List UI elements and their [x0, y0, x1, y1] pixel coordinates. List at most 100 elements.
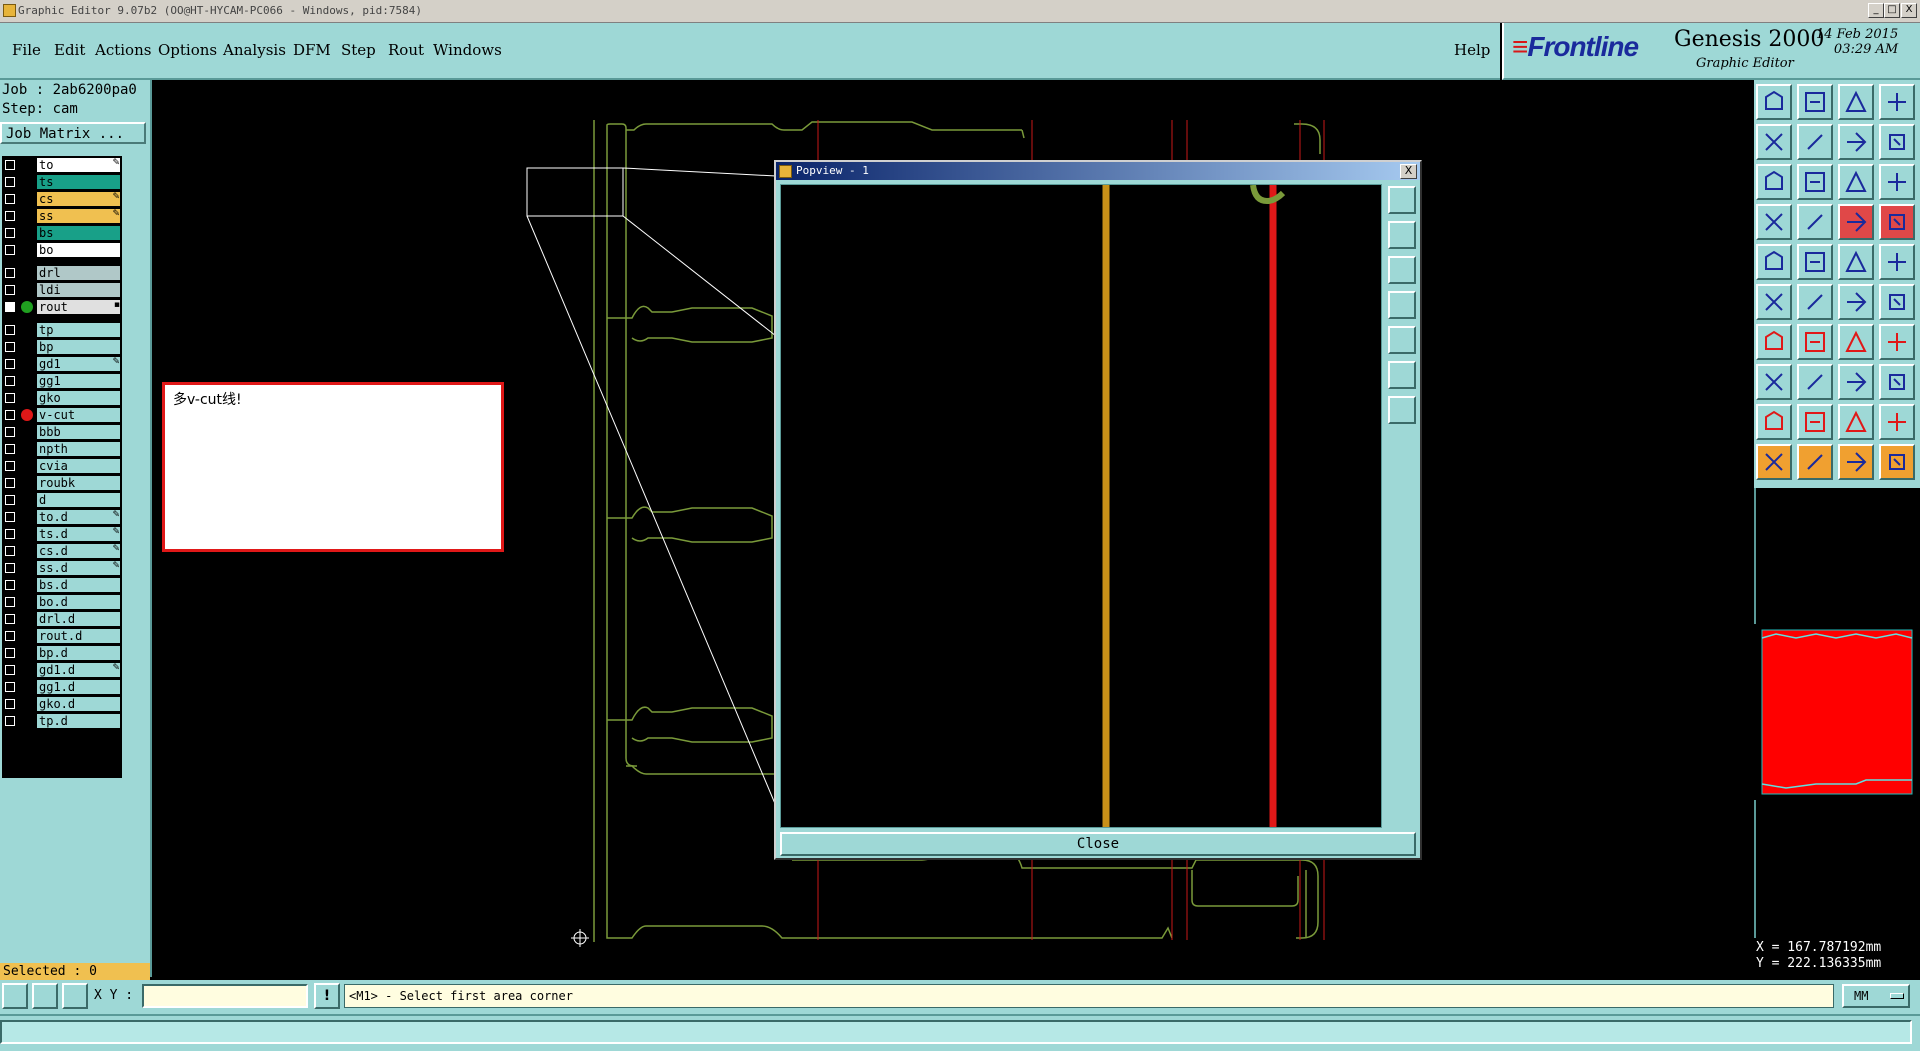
layer-checkbox[interactable]	[5, 245, 15, 255]
snap-icon[interactable]	[2, 983, 28, 1009]
layer-name[interactable]: drl.d	[37, 612, 120, 626]
line-icon[interactable]	[1797, 364, 1833, 400]
layer-name[interactable]: gd1	[37, 357, 120, 371]
layer-name[interactable]: gg1	[37, 374, 120, 388]
layer-row-gg1[interactable]: gg1	[2, 373, 122, 389]
line-end-icon[interactable]	[1879, 284, 1915, 320]
layer-checkbox[interactable]	[5, 546, 15, 556]
triangle-d-icon[interactable]	[1879, 404, 1915, 440]
layer-name[interactable]: tp.d	[37, 714, 120, 728]
layer-name[interactable]: ldi	[37, 283, 120, 297]
layer-checkbox[interactable]	[5, 376, 15, 386]
layer-name[interactable]: bo	[37, 243, 120, 257]
layer-row-ss[interactable]: ss ✎	[2, 208, 122, 224]
measure-icon[interactable]	[32, 983, 58, 1009]
layer-row-cs[interactable]: cs ✎	[2, 191, 122, 207]
feature-f-icon[interactable]	[1879, 324, 1915, 360]
layer-row-cvia[interactable]: cvia	[2, 458, 122, 474]
layer-row-drl[interactable]: drl	[2, 265, 122, 281]
layer-name[interactable]: npth	[37, 442, 120, 456]
layer-row-ts[interactable]: ts	[2, 174, 122, 190]
layer-row-gko.d[interactable]: gko.d	[2, 696, 122, 712]
grid-snap-icon[interactable]	[1797, 204, 1833, 240]
menu-help[interactable]: Help	[1454, 41, 1490, 59]
polygon-icon[interactable]	[1797, 244, 1833, 280]
popview-pan-right-icon[interactable]	[1388, 326, 1416, 354]
pointer-box-icon[interactable]	[1797, 444, 1833, 480]
layer-checkbox[interactable]	[5, 614, 15, 624]
layer-row-npth[interactable]: npth	[2, 441, 122, 457]
layer-checkbox[interactable]	[5, 285, 15, 295]
layer-checkbox[interactable]	[5, 410, 15, 420]
menu-analysis[interactable]: Analysis	[223, 41, 286, 59]
properties-icon[interactable]	[1756, 204, 1792, 240]
menu-dfm[interactable]: DFM	[293, 41, 331, 59]
triangle-a-icon[interactable]	[1756, 404, 1792, 440]
layer-row-roubk[interactable]: roubk	[2, 475, 122, 491]
popview-pan-down-icon[interactable]	[1388, 256, 1416, 284]
layer-checkbox[interactable]	[5, 495, 15, 505]
minimize-button[interactable]: _	[1868, 3, 1884, 18]
layer-checkbox[interactable]	[5, 427, 15, 437]
layer-name[interactable]: bp	[37, 340, 120, 354]
layer-row-bs[interactable]: bs	[2, 225, 122, 241]
layer-name[interactable]: bp.d	[37, 646, 120, 660]
popview-zoom-out-icon[interactable]	[1388, 396, 1416, 424]
xy-input[interactable]	[142, 984, 308, 1008]
layer-name[interactable]: rout	[37, 300, 120, 314]
menu-actions[interactable]: Actions	[95, 41, 151, 59]
zoom-fit-icon[interactable]	[1756, 164, 1792, 200]
layer-checkbox[interactable]	[5, 580, 15, 590]
layer-name[interactable]: to	[37, 158, 120, 172]
layer-name[interactable]: ts.d	[37, 527, 120, 541]
cluster-icon[interactable]	[1879, 364, 1915, 400]
layer-row-ss.d[interactable]: ss.d ✎	[2, 560, 122, 576]
layer-row-bs.d[interactable]: bs.d	[2, 577, 122, 593]
layer-name[interactable]: gko.d	[37, 697, 120, 711]
triangle-c-icon[interactable]	[1838, 404, 1874, 440]
layer-name[interactable]: gg1.d	[37, 680, 120, 694]
popview-pan-up-icon[interactable]	[1388, 221, 1416, 249]
layer-checkbox[interactable]	[5, 665, 15, 675]
pointer-rotate-icon[interactable]	[1838, 444, 1874, 480]
pointer-icon[interactable]	[1756, 444, 1792, 480]
layer-row-bo[interactable]: bo	[2, 242, 122, 258]
diagonal-line-icon[interactable]	[1797, 324, 1833, 360]
layer-checkbox[interactable]	[5, 444, 15, 454]
maximize-button[interactable]: □	[1884, 3, 1900, 18]
center-icon[interactable]	[1838, 364, 1874, 400]
layer-checkbox[interactable]	[5, 699, 15, 709]
layer-row-ts.d[interactable]: ts.d ✎	[2, 526, 122, 542]
grid-icon[interactable]	[62, 983, 88, 1009]
triangle-b-icon[interactable]	[1797, 404, 1833, 440]
pointer-move-icon[interactable]	[1879, 444, 1915, 480]
layer-name[interactable]: roubk	[37, 476, 120, 490]
overview-map[interactable]	[1756, 624, 1920, 800]
layer-checkbox[interactable]	[5, 228, 15, 238]
popview-zoom-in-icon[interactable]	[1388, 361, 1416, 389]
layer-down-icon[interactable]	[1797, 84, 1833, 120]
layer-row-to.d[interactable]: to.d ✎	[2, 509, 122, 525]
measure-ruler-icon[interactable]	[1838, 244, 1874, 280]
popview-pan-left-icon[interactable]	[1388, 291, 1416, 319]
menu-edit[interactable]: Edit	[54, 41, 85, 59]
layer-row-bp.d[interactable]: bp.d	[2, 645, 122, 661]
layer-name[interactable]: ss.d	[37, 561, 120, 575]
warning-icon[interactable]: !	[314, 983, 340, 1009]
layer-name[interactable]: d	[37, 493, 120, 507]
layer-checkbox[interactable]	[5, 512, 15, 522]
move-right-icon[interactable]	[1797, 124, 1833, 160]
layer-name[interactable]: gd1.d	[37, 663, 120, 677]
message-input[interactable]	[0, 1020, 1912, 1044]
popview-title-bar[interactable]: Popview - 1 X	[776, 162, 1420, 180]
snap-red-icon[interactable]	[1838, 204, 1874, 240]
layer-row-gd1.d[interactable]: gd1.d ✎	[2, 662, 122, 678]
layer-row-bp[interactable]: bp	[2, 339, 122, 355]
layer-checkbox[interactable]	[5, 302, 15, 312]
layer-row-gko[interactable]: gko	[2, 390, 122, 406]
menu-step[interactable]: Step	[341, 41, 376, 59]
help-icon[interactable]	[1879, 164, 1915, 200]
units-select[interactable]: MM	[1842, 984, 1910, 1008]
layer-checkbox[interactable]	[5, 268, 15, 278]
menu-file[interactable]: File	[12, 41, 41, 59]
